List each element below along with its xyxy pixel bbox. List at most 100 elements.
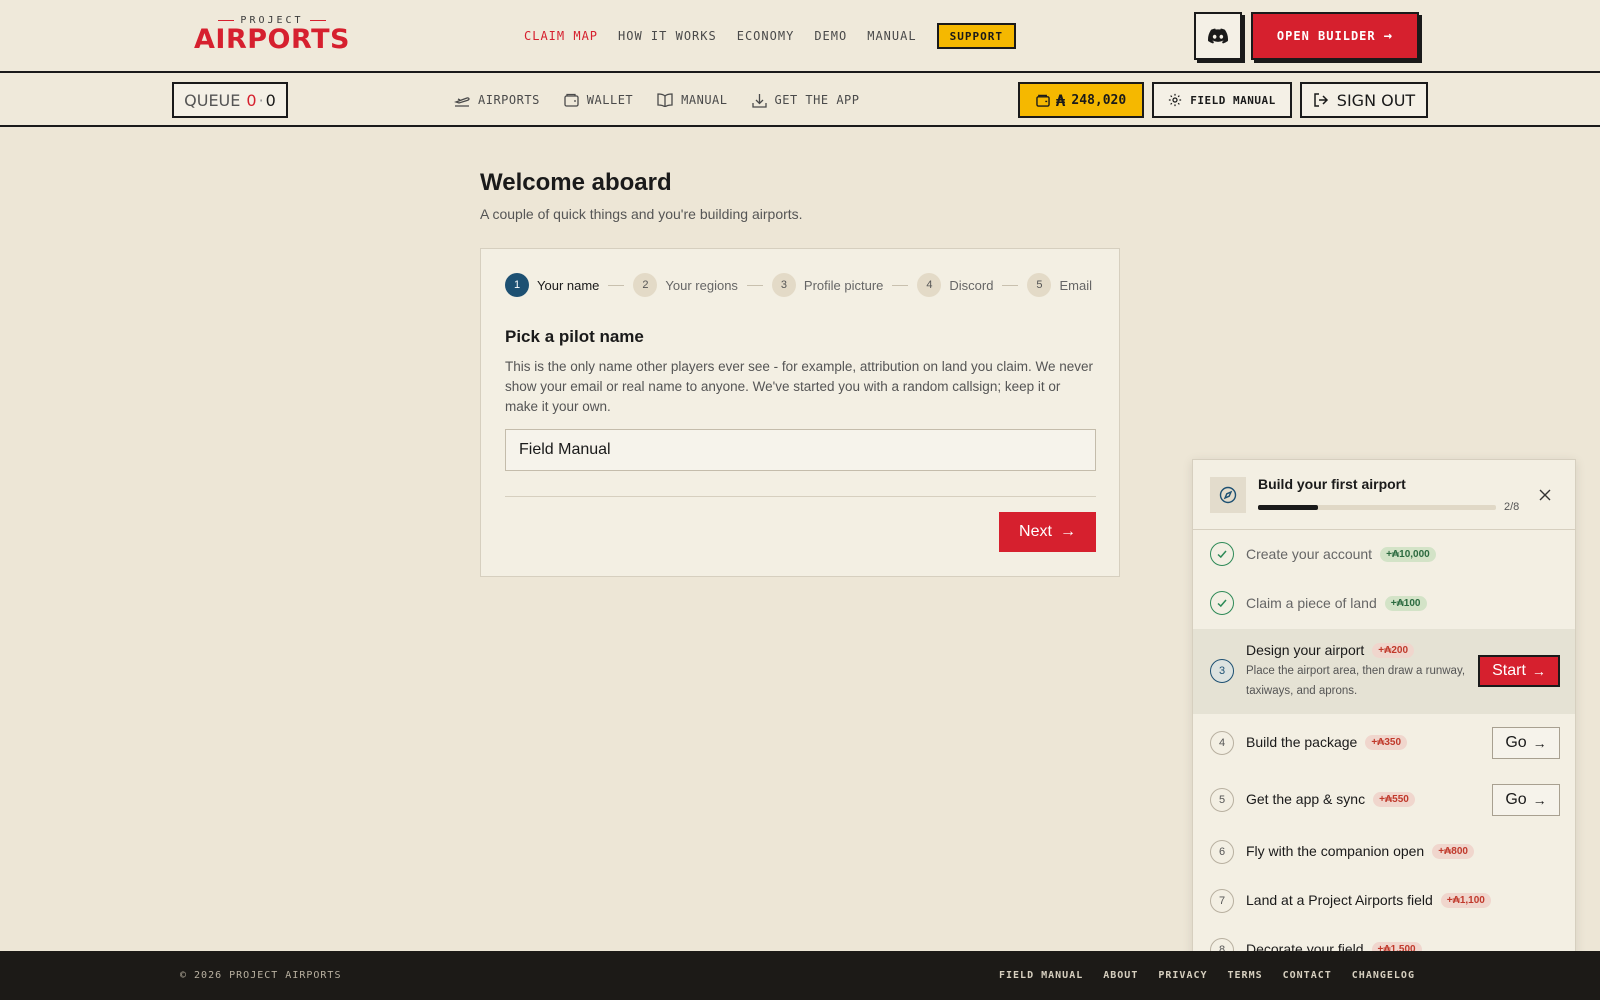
sign-out-button[interactable]: SIGN OUT	[1300, 82, 1428, 118]
queue-count: 0	[265, 90, 276, 110]
task-title-text: Fly with the companion open	[1246, 843, 1425, 859]
step-number: 2	[633, 273, 658, 297]
nav-economy[interactable]: ECONOMY	[737, 29, 795, 43]
checklist-header: Build your first airport 2/8	[1193, 460, 1575, 530]
discord-icon	[1208, 28, 1228, 44]
sub-nav: AIRPORTS WALLET MANUAL GET THE APP	[454, 90, 884, 110]
go-label: Go	[1505, 734, 1527, 751]
task-get-app-sync[interactable]: 5 Get the app & sync +₳550 Go →	[1193, 771, 1575, 828]
queue-pending: 0	[246, 90, 257, 110]
task-claim-land[interactable]: Claim a piece of land +₳100	[1193, 578, 1575, 627]
task-title: Land at a Project Airports field +₳1,100	[1246, 892, 1491, 909]
top-header: PROJECT AIRPORTS CLAIM MAP HOW IT WORKS …	[0, 0, 1600, 73]
step-divider	[608, 284, 625, 286]
check-icon	[1210, 542, 1234, 566]
checklist-progress-bar	[1258, 505, 1496, 510]
step-number: 1	[505, 273, 529, 297]
footer-link-changelog[interactable]: CHANGELOG	[1352, 970, 1415, 981]
support-button[interactable]: SUPPORT	[936, 23, 1016, 49]
step-label: Profile picture	[803, 277, 884, 293]
sub-nav-airports[interactable]: AIRPORTS	[454, 93, 540, 107]
queue-label: QUEUE	[184, 90, 241, 110]
task-title-text: Build the package	[1246, 734, 1358, 750]
next-label: Next	[1019, 523, 1052, 540]
arrow-right-icon: →	[1532, 792, 1547, 808]
start-button[interactable]: Start →	[1478, 655, 1560, 687]
task-number: 3	[1210, 659, 1234, 683]
compass-icon	[1210, 477, 1246, 513]
footer-link-contact[interactable]: CONTACT	[1283, 970, 1332, 981]
task-land-field[interactable]: 7 Land at a Project Airports field +₳1,10…	[1193, 877, 1575, 926]
sub-nav-wallet-label: WALLET	[586, 93, 634, 107]
main-nav: CLAIM MAP HOW IT WORKS ECONOMY DEMO MANU…	[524, 23, 1016, 49]
open-builder-button[interactable]: OPEN BUILDER →	[1251, 12, 1419, 60]
task-create-account[interactable]: Create your account +₳10,000	[1193, 530, 1575, 578]
download-icon	[751, 93, 767, 108]
sub-nav-manual[interactable]: MANUAL	[657, 93, 727, 107]
nav-manual[interactable]: MANUAL	[867, 29, 916, 43]
step-number: 4	[917, 273, 942, 297]
next-button[interactable]: Next →	[999, 512, 1096, 552]
queue-indicator[interactable]: QUEUE 0 · 0	[172, 82, 288, 118]
sub-nav-get-app[interactable]: GET THE APP	[751, 93, 860, 108]
arrow-right-icon: →	[1531, 663, 1546, 679]
checklist-progress-fill	[1258, 505, 1318, 510]
task-title-text: Land at a Project Airports field	[1246, 892, 1433, 908]
step-your-name[interactable]: 1 Your name	[505, 273, 599, 297]
reward-badge: +₳1,100	[1440, 892, 1491, 908]
arrow-right-icon: →	[1059, 523, 1076, 540]
divider	[505, 496, 1096, 497]
step-label: Your regions	[665, 277, 738, 293]
section-heading: Pick a pilot name	[505, 327, 644, 346]
onboarding-card: 1 Your name 2 Your regions 3 Profile pic…	[480, 248, 1120, 577]
reward-badge: +₳800	[1432, 843, 1474, 859]
wallet-balance-button[interactable]: ₳ 248,020	[1018, 82, 1144, 118]
sub-nav-get-app-label: GET THE APP	[774, 93, 860, 107]
footer-links: FIELD MANUAL ABOUT PRIVACY TERMS CONTACT…	[999, 970, 1435, 981]
checklist-title: Build your first airport	[1258, 476, 1406, 492]
sub-nav-manual-label: MANUAL	[681, 93, 728, 107]
page-subtitle: A couple of quick things and you're buil…	[480, 206, 803, 222]
nav-how-it-works[interactable]: HOW IT WORKS	[618, 29, 717, 43]
close-icon[interactable]	[1535, 485, 1555, 505]
step-email[interactable]: 5 Email	[1027, 273, 1092, 297]
footer-link-terms[interactable]: TERMS	[1228, 970, 1263, 981]
footer-link-about[interactable]: ABOUT	[1103, 970, 1138, 981]
go-button[interactable]: Go →	[1492, 727, 1560, 759]
footer-link-field-manual[interactable]: FIELD MANUAL	[999, 970, 1083, 981]
task-build-package[interactable]: 4 Build the package +₳350 Go →	[1193, 714, 1575, 771]
go-button[interactable]: Go →	[1492, 784, 1560, 816]
task-number: 5	[1210, 788, 1234, 812]
task-description: Place the airport area, then draw a runw…	[1246, 665, 1466, 697]
task-fly-companion[interactable]: 6 Fly with the companion open +₳800	[1193, 828, 1575, 877]
logo-big-text: AIRPORTS	[194, 24, 350, 55]
wallet-icon	[1036, 94, 1050, 107]
step-profile-picture[interactable]: 3 Profile picture	[771, 273, 884, 297]
step-discord[interactable]: 4 Discord	[917, 273, 993, 297]
checklist-progress-text: 2/8	[1504, 501, 1520, 513]
sign-out-label: SIGN OUT	[1336, 90, 1416, 110]
task-title-text: Design your airport	[1246, 642, 1365, 658]
reward-badge: +₳550	[1373, 791, 1415, 807]
footer-link-privacy[interactable]: PRIVACY	[1158, 970, 1207, 981]
checklist-panel: Build your first airport 2/8 Create your…	[1192, 459, 1576, 977]
step-your-regions[interactable]: 2 Your regions	[633, 273, 738, 297]
field-manual-button[interactable]: FIELD MANUAL	[1152, 82, 1292, 118]
pilot-name-input[interactable]	[505, 429, 1096, 471]
nav-claim-map[interactable]: CLAIM MAP	[524, 29, 598, 43]
task-title: Create your account +₳10,000	[1246, 546, 1436, 563]
gear-icon	[1169, 93, 1182, 107]
project-airports-logo[interactable]: PROJECT AIRPORTS	[181, 15, 363, 55]
section-description: This is the only name other players ever…	[505, 359, 1094, 414]
task-design-airport[interactable]: 3 Design your airport +₳200 Place the air…	[1193, 629, 1575, 714]
queue-separator: ·	[258, 90, 264, 110]
task-title: Get the app & sync +₳550	[1246, 791, 1415, 808]
step-divider	[892, 284, 909, 286]
open-builder-label: OPEN BUILDER	[1276, 29, 1376, 43]
sub-nav-wallet[interactable]: WALLET	[564, 93, 633, 107]
step-indicator: 1 Your name 2 Your regions 3 Profile pic…	[505, 273, 1092, 297]
discord-button[interactable]	[1194, 12, 1242, 60]
nav-demo[interactable]: DEMO	[814, 29, 847, 43]
go-label: Go	[1505, 791, 1527, 808]
step-number: 5	[1027, 273, 1052, 297]
